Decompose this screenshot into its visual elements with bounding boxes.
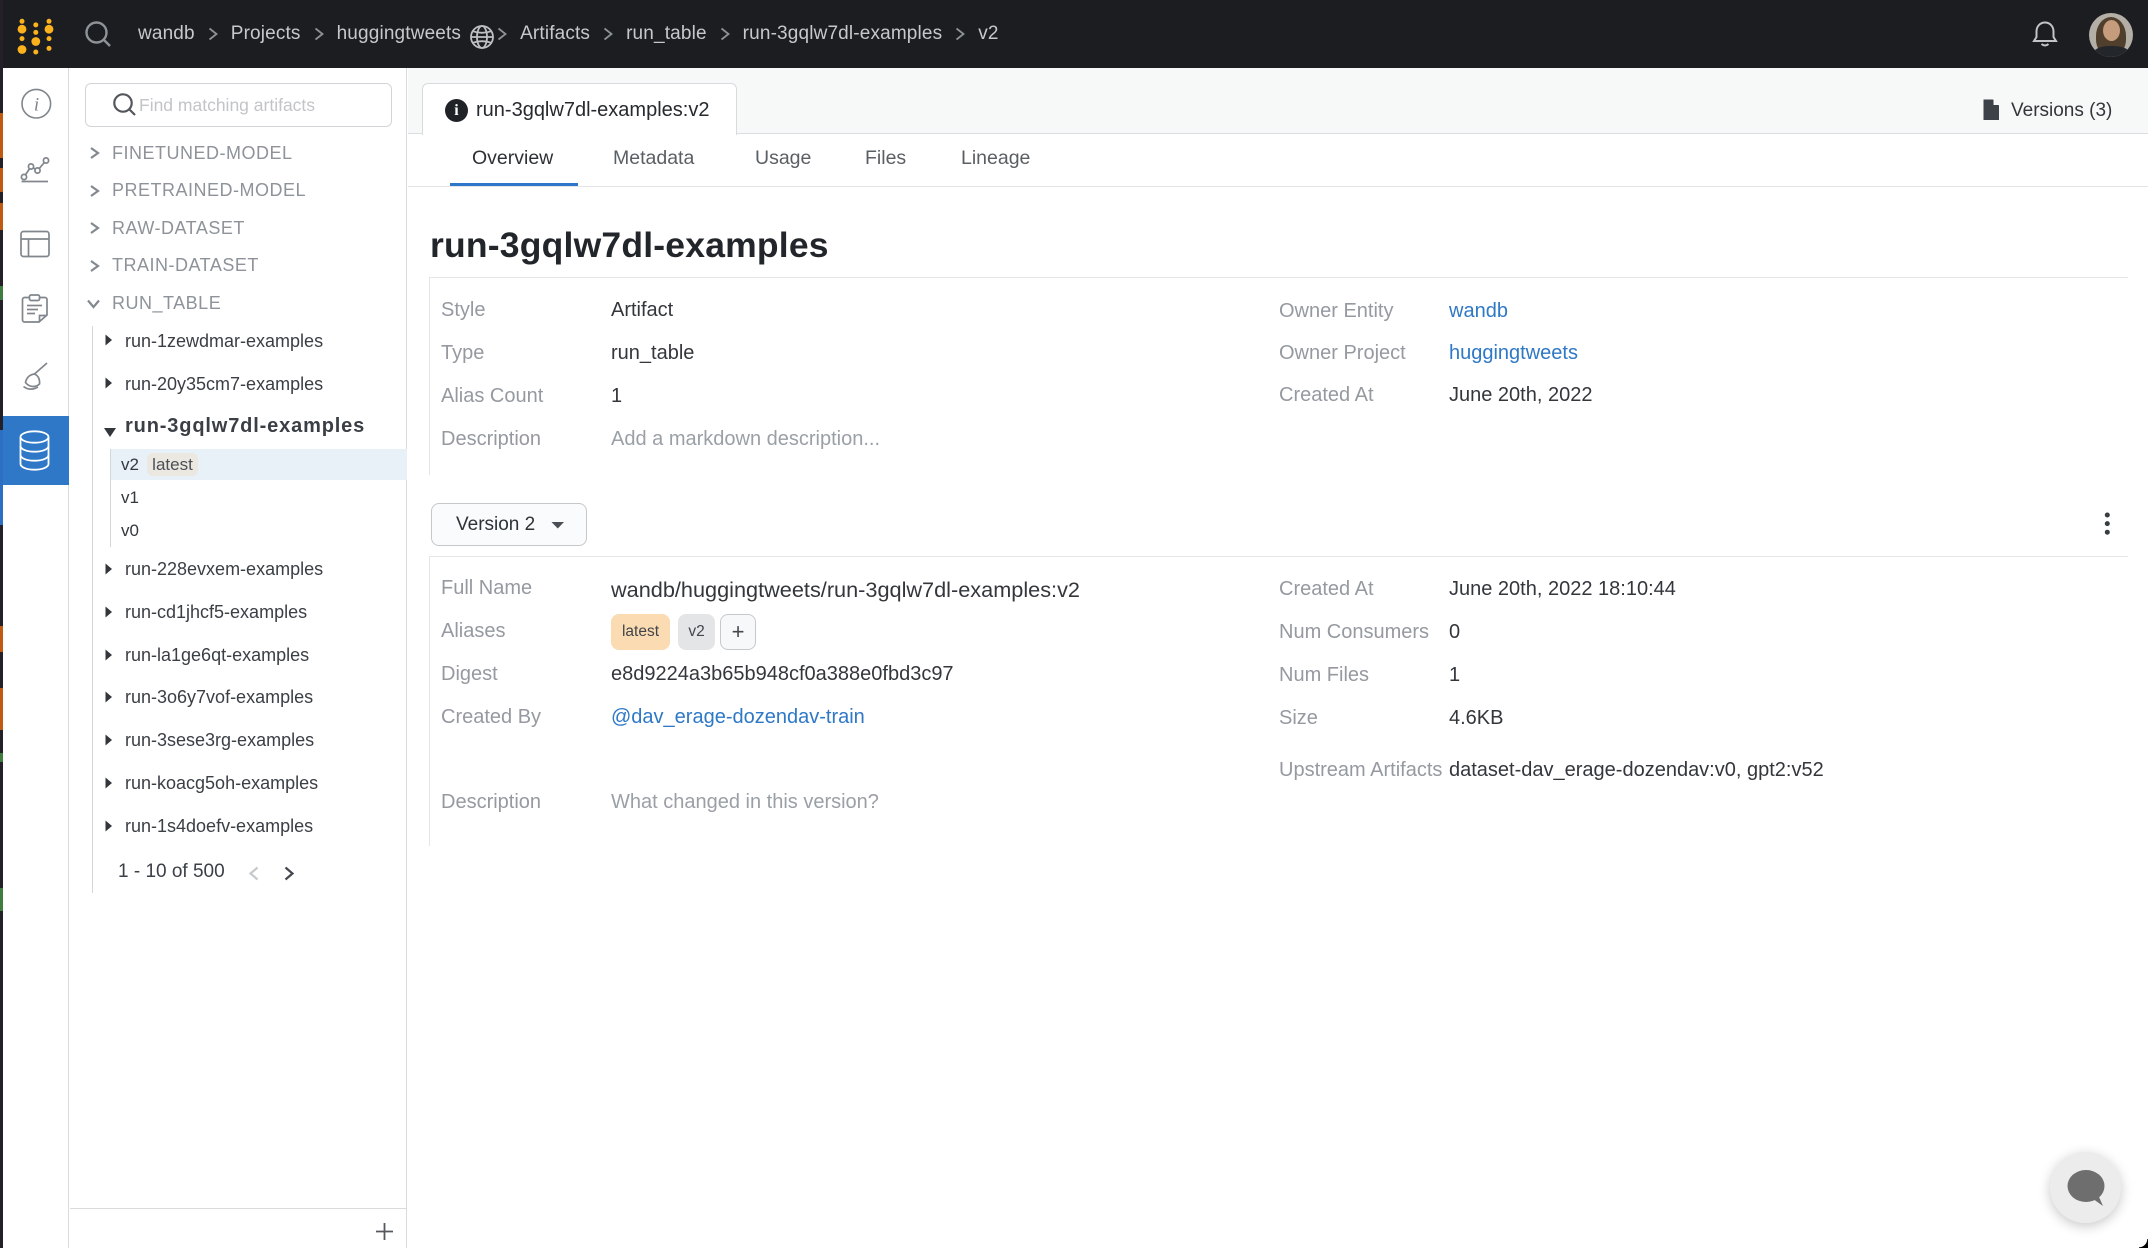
svg-text:i: i: [34, 95, 39, 116]
